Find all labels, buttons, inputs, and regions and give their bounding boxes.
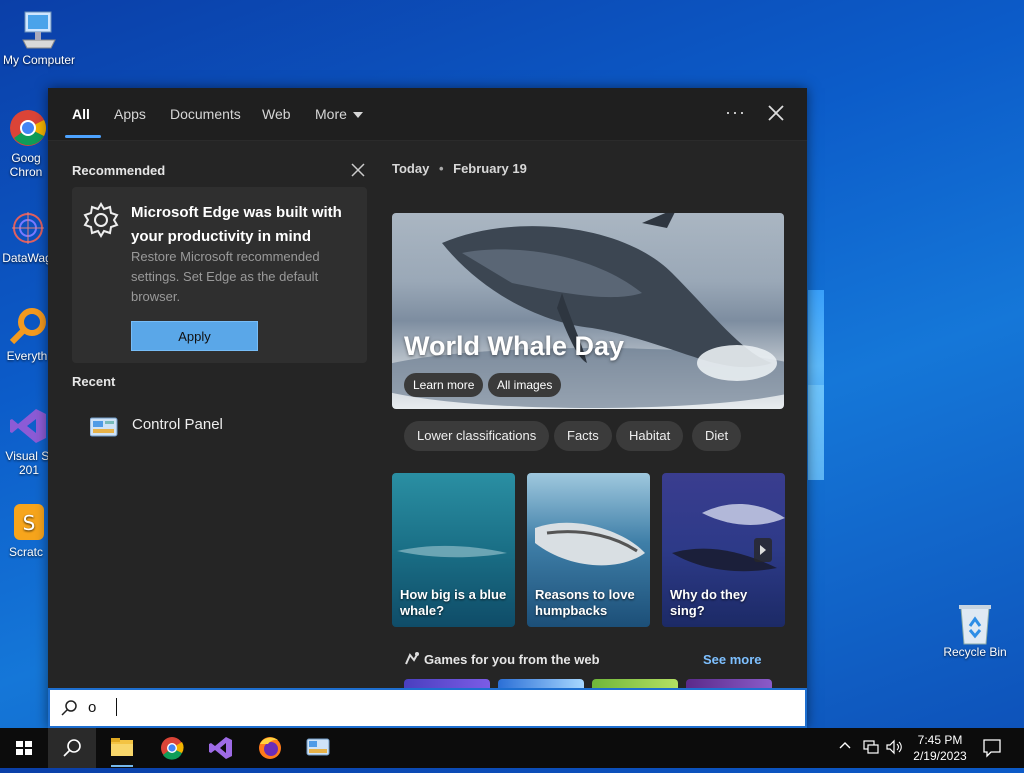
desktop-icon-label: DataWag xyxy=(2,251,52,265)
taskbar-chrome[interactable] xyxy=(148,728,196,768)
recycle-bin-icon xyxy=(955,602,995,645)
network-icon[interactable] xyxy=(862,739,880,755)
recent-item-control-panel[interactable]: Control Panel xyxy=(88,409,348,445)
carousel-next-button[interactable] xyxy=(754,538,772,562)
apply-button[interactable]: Apply xyxy=(131,321,258,351)
card-blue-whale[interactable]: How big is a blue whale? xyxy=(392,473,515,627)
card-caption: Reasons to love humpbacks xyxy=(535,587,635,618)
desktop-light-beam-2 xyxy=(808,385,824,480)
clock-date: 2/19/2023 xyxy=(913,749,967,763)
recent-title: Recent xyxy=(72,374,116,389)
computer-icon xyxy=(19,10,59,50)
chrome-icon xyxy=(161,737,184,760)
desktop-icon-label: My Computer xyxy=(2,53,76,67)
see-more-link[interactable]: See more xyxy=(703,652,762,667)
search-icon xyxy=(60,699,78,717)
tab-web[interactable]: Web xyxy=(262,106,291,122)
games-section-title: Games for you from the web xyxy=(424,652,600,667)
tab-more[interactable]: More xyxy=(315,106,363,122)
clock-time: 7:45 PM xyxy=(917,733,963,747)
card-humpbacks[interactable]: Reasons to love humpbacks xyxy=(527,473,650,627)
desktop-icon-label: Recycle Bin xyxy=(943,645,1007,659)
search-input[interactable]: o xyxy=(48,688,807,728)
start-button[interactable] xyxy=(0,728,48,768)
magnifier-icon xyxy=(8,306,48,346)
chip-diet[interactable]: Diet xyxy=(692,421,742,451)
control-panel-icon xyxy=(89,417,118,437)
tab-more-label: More xyxy=(315,106,347,122)
tab-apps[interactable]: Apps xyxy=(114,106,146,122)
hero-title: World Whale Day xyxy=(404,331,625,361)
hero-image-whale[interactable]: World Whale Day Learn more All images xyxy=(392,213,784,409)
today-prefix: Today xyxy=(392,161,430,176)
active-tab-indicator xyxy=(65,135,101,138)
taskbar-visual-studio[interactable] xyxy=(196,728,244,768)
recommended-card[interactable]: Microsoft Edge was built with your produ… xyxy=(72,187,367,363)
tab-documents[interactable]: Documents xyxy=(170,106,241,122)
desktop-icon-label: Visual St 201 xyxy=(5,449,53,477)
chevron-down-icon xyxy=(352,112,363,119)
taskbar-file-explorer[interactable] xyxy=(98,728,146,768)
search-query-text: o xyxy=(88,699,97,716)
search-icon xyxy=(63,739,81,757)
tab-all[interactable]: All xyxy=(72,106,90,122)
ellipsis-icon[interactable]: ··· xyxy=(725,102,746,123)
scratch-icon: S xyxy=(8,502,48,542)
chip-habitat[interactable]: Habitat xyxy=(616,421,684,451)
visual-studio-icon xyxy=(8,406,48,446)
left-column: Recommended Microsoft Edge was built wit… xyxy=(48,141,378,691)
desktop-icon-recycle-bin[interactable]: Recycle Bin xyxy=(936,602,1014,659)
datawag-icon xyxy=(8,208,48,248)
card-caption: How big is a blue whale? xyxy=(400,587,507,618)
chip-lower-classifications[interactable]: Lower classifications xyxy=(404,421,550,451)
recommended-card-description: Restore Microsoft recommended settings. … xyxy=(131,249,320,304)
all-images-link[interactable]: All images xyxy=(488,373,562,397)
desktop-icon-my-computer[interactable]: My Computer xyxy=(0,10,78,67)
search-tabs-bar: All Apps Documents Web More ··· xyxy=(48,88,807,141)
desktop-icon-label: Goog Chron xyxy=(9,151,43,179)
volume-icon[interactable] xyxy=(885,739,903,755)
control-panel-icon xyxy=(306,738,330,756)
taskbar-clock[interactable]: 7:45 PM 2/19/2023 xyxy=(904,732,976,764)
recent-item-label: Control Panel xyxy=(132,416,223,433)
visual-studio-icon xyxy=(209,737,232,759)
svg-text:S: S xyxy=(23,511,36,535)
desktop-icon-label: Scratc xyxy=(8,545,43,559)
chip-facts[interactable]: Facts xyxy=(554,421,612,451)
close-icon[interactable] xyxy=(766,103,786,123)
chrome-icon xyxy=(8,108,48,148)
folder-icon xyxy=(111,738,133,767)
taskbar-control-panel[interactable] xyxy=(294,728,342,768)
taskbar-search-button[interactable] xyxy=(48,728,96,768)
games-controller-icon xyxy=(404,650,420,666)
text-cursor xyxy=(116,698,117,716)
desktop-icon-label: Everyth xyxy=(6,349,48,363)
recommended-card-title: Microsoft Edge was built with your produ… xyxy=(131,204,342,245)
windows-logo-icon xyxy=(16,741,32,755)
date-separator: • xyxy=(438,161,444,176)
gear-icon xyxy=(82,201,120,239)
firefox-icon xyxy=(259,737,281,759)
learn-more-link[interactable]: Learn more xyxy=(404,373,484,397)
recommended-title: Recommended xyxy=(72,163,166,178)
today-date: Today • February 19 xyxy=(392,161,527,176)
chevron-up-icon[interactable] xyxy=(838,739,852,753)
search-panel: All Apps Documents Web More ··· Recommen… xyxy=(48,88,807,728)
dismiss-recommended-icon[interactable] xyxy=(350,162,366,178)
taskbar: 7:45 PM 2/19/2023 xyxy=(0,728,1024,768)
card-caption: Why do they sing? xyxy=(670,587,748,618)
right-column: Today • February 19 World Whale Day Lear… xyxy=(378,141,807,691)
today-date-value: February 19 xyxy=(453,161,527,176)
taskbar-firefox[interactable] xyxy=(246,728,294,768)
action-center-icon[interactable] xyxy=(982,738,1002,758)
